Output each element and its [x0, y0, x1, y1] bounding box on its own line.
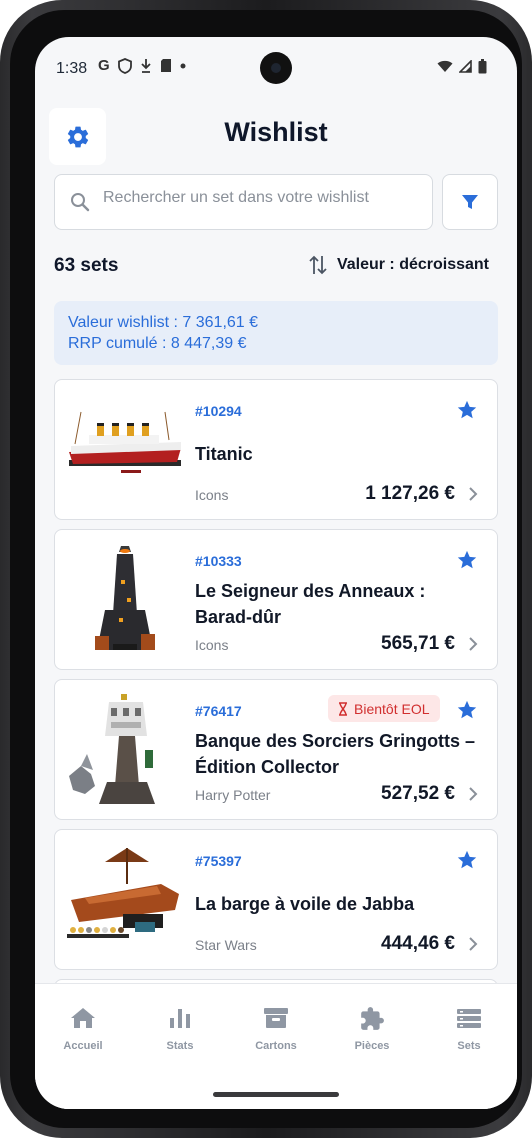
- filter-button[interactable]: [442, 174, 498, 230]
- set-theme: Harry Potter: [195, 787, 271, 803]
- set-number: #75397: [195, 853, 242, 869]
- nav-label: Stats: [166, 1040, 194, 1052]
- set-image: [95, 546, 155, 650]
- shield-icon: [117, 57, 132, 74]
- set-image: [69, 411, 181, 473]
- chevron-right-icon: [469, 787, 478, 801]
- sort-label: Valeur : décroissant: [336, 256, 489, 273]
- page-title: Wishlist: [224, 117, 328, 147]
- set-title: Le Seigneur des Anneaux : Barad-dûr: [195, 581, 426, 627]
- set-card[interactable]: #10333 Le Seigneur des Anneaux : Barad-d…: [54, 529, 498, 670]
- eol-badge-label: Bientôt EOL: [354, 700, 430, 717]
- set-price: 1 127,26 €: [365, 483, 455, 504]
- bottom-navigation: Accueil Stats Cartons Pièces Sets: [35, 983, 517, 1109]
- screen: 1:38 G Wishlist Rechercher un set dans v…: [35, 37, 517, 1109]
- favorite-star-icon[interactable]: [456, 399, 478, 421]
- set-theme: Icons: [195, 487, 229, 503]
- status-icons-right: [437, 59, 487, 74]
- chevron-right-icon: [469, 637, 478, 651]
- bar-chart-icon: [170, 1009, 190, 1028]
- set-title: Banque des Sorciers Gringotts – Édition …: [195, 731, 476, 777]
- search-box[interactable]: [54, 174, 433, 230]
- signal-icon: [459, 60, 472, 73]
- archive-box-icon: [264, 1008, 288, 1028]
- set-count: 63 sets: [54, 255, 119, 276]
- favorite-star-icon[interactable]: [456, 549, 478, 571]
- rrp-total: RRP cumulé : 8 447,39 €: [68, 335, 247, 352]
- wishlist-summary: Valeur wishlist : 7 361,61 € RRP cumulé …: [54, 301, 498, 365]
- dot-icon: [180, 63, 186, 68]
- sort-button[interactable]: Valeur : décroissant: [309, 254, 489, 276]
- eol-badge: Bientôt EOL: [328, 695, 440, 722]
- set-number: #10333: [195, 553, 242, 569]
- home-indicator[interactable]: [213, 1092, 339, 1097]
- set-price: 565,71 €: [381, 633, 455, 654]
- set-image: [69, 694, 155, 804]
- wifi-icon: [437, 60, 453, 72]
- set-theme: Icons: [195, 637, 229, 653]
- set-card[interactable]: #75397 La barge à voile de Jabba Star Wa…: [54, 829, 498, 970]
- chevron-right-icon: [469, 937, 478, 951]
- status-time: 1:38: [56, 60, 88, 77]
- status-icons-left: G: [98, 57, 186, 74]
- nav-label: Pièces: [354, 1040, 390, 1052]
- set-image: [67, 848, 179, 938]
- set-number: #76417: [195, 703, 242, 719]
- nav-label: Sets: [457, 1040, 481, 1052]
- download-icon: [141, 58, 151, 73]
- chevron-right-icon: [469, 487, 478, 501]
- filter-icon: [462, 195, 478, 209]
- status-bar: 1:38 G: [35, 37, 517, 99]
- set-title: La barge à voile de Jabba: [195, 894, 415, 914]
- wishlist-value: Valeur wishlist : 7 361,61 €: [68, 314, 259, 331]
- battery-icon: [478, 59, 487, 74]
- list-icon: [457, 1009, 481, 1028]
- phone-frame: 1:38 G Wishlist Rechercher un set dans v…: [0, 0, 532, 1138]
- hourglass-icon: [339, 701, 347, 716]
- nav-item-cartons[interactable]: Cartons: [228, 1006, 324, 1052]
- search-input[interactable]: [103, 185, 423, 211]
- favorite-star-icon[interactable]: [456, 849, 478, 871]
- nav-item-stats[interactable]: Stats: [132, 1006, 228, 1052]
- puzzle-piece-icon: [361, 1007, 384, 1030]
- set-price: 527,52 €: [381, 783, 455, 804]
- home-icon: [71, 1008, 95, 1028]
- set-number: #10294: [195, 403, 242, 419]
- nav-label: Cartons: [255, 1040, 297, 1052]
- phone-bezel: 1:38 G Wishlist Rechercher un set dans v…: [10, 10, 522, 1128]
- nav-item-accueil[interactable]: Accueil: [35, 1006, 131, 1052]
- camera-cutout: [260, 52, 292, 84]
- google-g-icon: G: [98, 57, 110, 74]
- nav-item-sets[interactable]: Sets: [421, 1006, 517, 1052]
- set-theme: Star Wars: [195, 937, 257, 953]
- sd-card-icon: [160, 59, 171, 72]
- set-card[interactable]: #76417 Bientôt EOL Banque des Sorciers G…: [54, 679, 498, 820]
- nav-label: Accueil: [63, 1040, 103, 1052]
- set-price: 444,46 €: [381, 933, 455, 954]
- favorite-star-icon[interactable]: [456, 699, 478, 721]
- set-title: Titanic: [195, 444, 253, 464]
- sort-arrows-icon: [309, 255, 327, 275]
- set-card[interactable]: #10294 Titanic Icons 1 127,26 €: [54, 379, 498, 520]
- search-icon: [71, 193, 90, 212]
- nav-item-pieces[interactable]: Pièces: [324, 1006, 420, 1052]
